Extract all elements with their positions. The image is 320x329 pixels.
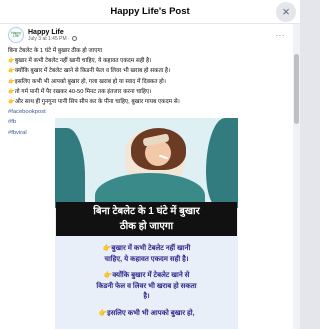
more-options-icon[interactable]: ··· <box>276 31 286 40</box>
plant-decoration <box>55 128 85 208</box>
avatar[interactable]: Happy Life <box>8 27 24 43</box>
sick-person-illustration <box>55 118 238 218</box>
image-caption: बिना टेबलेट के 1 घंटे में बुखार ठीक हो ज… <box>56 202 237 236</box>
pointing-hand-icon: 👉 <box>8 68 15 75</box>
image-body-text: 👉बुखार में कभी टेबलेट नहीं खानी चाहिए, य… <box>55 244 238 325</box>
scrollbar[interactable] <box>293 24 300 329</box>
plant-decoration <box>206 118 238 208</box>
author-name[interactable]: Happy Life <box>28 29 77 36</box>
post-line: 👉और साथ ही गुनगुना पानी सिप सीप कर के पी… <box>8 99 180 106</box>
pointing-hand-icon: 👉 <box>8 78 15 85</box>
globe-icon <box>71 36 77 41</box>
post-line: 👉बुखार में कभी टेबलेट नहीं खानी चाहिए, य… <box>8 58 152 65</box>
pointing-hand-icon: 👉 <box>8 88 15 95</box>
post-line: 👉तो गर्म पानी में पैर रखकर 40-50 मिनट तक… <box>8 88 152 95</box>
post-meta: July 3 at 1:45 PM · <box>28 36 77 42</box>
post-header: Happy Life Happy Life July 3 at 1:45 PM … <box>0 24 293 46</box>
hashtag-link[interactable]: #facebookpost <box>8 107 285 117</box>
scrollbar-thumb[interactable] <box>294 54 299 124</box>
avatar-text: Happy Life <box>10 30 22 38</box>
image-text-block: 👉इसलिए कभी भी आपको बुखार हो, <box>98 309 195 317</box>
close-icon[interactable]: × <box>276 2 296 22</box>
author-block: Happy Life July 3 at 1:45 PM · <box>28 29 77 42</box>
post-dialog: Happy Life's Post × Happy Life Happy Lif… <box>0 0 300 329</box>
image-caption-line: बिना टेबलेट के 1 घंटे में बुखार <box>93 206 200 217</box>
pointing-hand-icon: 👉 <box>103 272 113 279</box>
post-line: 👉क्योंकि बुखार में टेबलेट खाने से किडनी … <box>8 68 171 75</box>
pointing-hand-icon: 👉 <box>98 309 108 317</box>
image-caption-line: ठीक हो जाएगा <box>119 221 174 232</box>
post-line: 👉इसलिए कभी भी आपको बुखार हो, गला खराब हो… <box>8 78 166 85</box>
image-text-block: 👉क्योंकि बुखार में टेबलेट खाने से किडनी … <box>96 272 197 300</box>
dialog-header: Happy Life's Post × <box>0 0 300 24</box>
pointing-hand-icon: 👉 <box>8 99 15 106</box>
image-text-block: 👉बुखार में कभी टेबलेट नहीं खानी चाहिए, य… <box>102 245 191 263</box>
post-image[interactable]: बिना टेबलेट के 1 घंटे में बुखार ठीक हो ज… <box>55 118 238 329</box>
dialog-title: Happy Life's Post <box>110 6 190 17</box>
post-line: बिना टेबलेट के 1 घंटे में बुखार ठीक हो ज… <box>8 48 103 54</box>
post-date[interactable]: July 3 at 1:45 PM · <box>28 36 70 42</box>
pointing-hand-icon: 👉 <box>8 58 15 65</box>
